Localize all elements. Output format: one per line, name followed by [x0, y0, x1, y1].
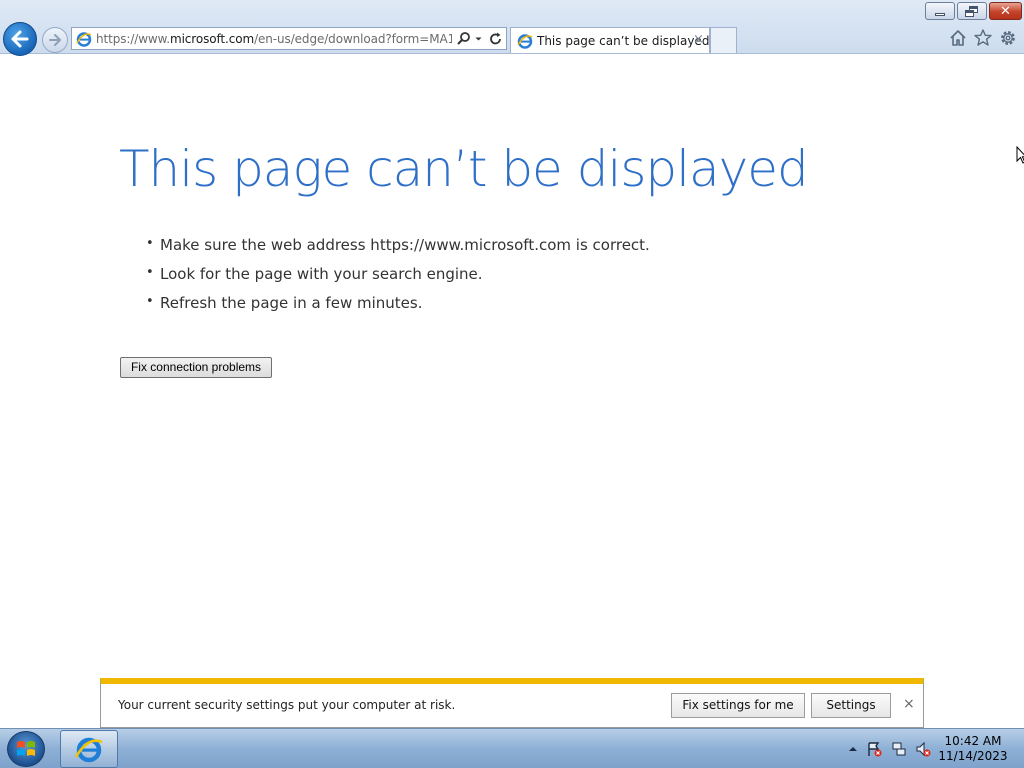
- volume-muted-icon[interactable]: [915, 741, 931, 757]
- start-button[interactable]: [7, 731, 45, 767]
- list-item: Look for the page with your search engin…: [146, 265, 650, 294]
- internet-explorer-icon: [74, 737, 103, 763]
- browser-chrome: ✕ https://www.microsoft.com/en-us/edge/d…: [0, 0, 1024, 56]
- page-title: This page can’t be displayed: [119, 140, 809, 198]
- search-icon[interactable]: [456, 31, 472, 47]
- show-hidden-icons-icon[interactable]: [845, 741, 861, 757]
- restore-icon: [965, 5, 979, 17]
- ie-tab-icon: [517, 34, 533, 49]
- suggestion-list: Make sure the web address https://www.mi…: [146, 236, 650, 323]
- back-arrow-icon: [11, 30, 29, 48]
- address-path: /en-us/edge/download?form=MA13FW: [254, 32, 452, 46]
- new-tab-button[interactable]: [710, 27, 737, 53]
- notification-close-button[interactable]: ×: [903, 696, 915, 712]
- address-bar[interactable]: https://www.microsoft.com/en-us/edge/dow…: [71, 27, 507, 50]
- minimize-button[interactable]: [925, 2, 955, 20]
- action-center-flag-icon[interactable]: [866, 741, 882, 757]
- home-icon[interactable]: [948, 28, 968, 48]
- restore-button[interactable]: [957, 2, 987, 20]
- tab-active[interactable]: This page can’t be displayed ×: [510, 27, 710, 53]
- tab-title: This page can’t be displayed: [537, 34, 710, 48]
- fix-connection-problems-button[interactable]: Fix connection problems: [120, 357, 272, 378]
- gear-icon[interactable]: [998, 28, 1018, 48]
- windows-logo-icon: [17, 741, 35, 756]
- forward-arrow-icon: [49, 34, 61, 46]
- notification-message: Your current security settings put your …: [118, 698, 456, 712]
- address-text[interactable]: https://www.microsoft.com/en-us/edge/dow…: [96, 32, 452, 48]
- internet-explorer-taskbar-button[interactable]: [60, 730, 118, 768]
- list-item: Make sure the web address https://www.mi…: [146, 236, 650, 265]
- network-icon[interactable]: [891, 741, 907, 757]
- taskbar: 10:42 AM 11/14/2023: [0, 728, 1024, 768]
- minimize-icon: [935, 12, 945, 16]
- address-prefix: https://www.: [96, 32, 170, 46]
- mouse-cursor-icon: [1016, 146, 1024, 164]
- star-icon[interactable]: [973, 28, 993, 48]
- security-notification-bar: Your current security settings put your …: [100, 678, 924, 728]
- refresh-icon[interactable]: [488, 31, 504, 47]
- fix-settings-button[interactable]: Fix settings for me: [671, 693, 805, 718]
- system-clock[interactable]: 10:42 AM 11/14/2023: [935, 734, 1011, 764]
- address-domain: microsoft.com: [169, 32, 255, 46]
- clock-date: 11/14/2023: [938, 749, 1008, 763]
- forward-button[interactable]: [42, 27, 68, 53]
- back-button[interactable]: [3, 22, 37, 56]
- list-item: Refresh the page in a few minutes.: [146, 294, 650, 323]
- clock-time: 10:42 AM: [944, 734, 1002, 748]
- ie-page-icon: [76, 32, 92, 47]
- close-icon: ✕: [1000, 3, 1011, 19]
- close-window-button[interactable]: ✕: [989, 2, 1022, 20]
- settings-button[interactable]: Settings: [811, 693, 891, 718]
- dropdown-icon[interactable]: [474, 31, 486, 47]
- tab-close-button[interactable]: ×: [693, 32, 704, 47]
